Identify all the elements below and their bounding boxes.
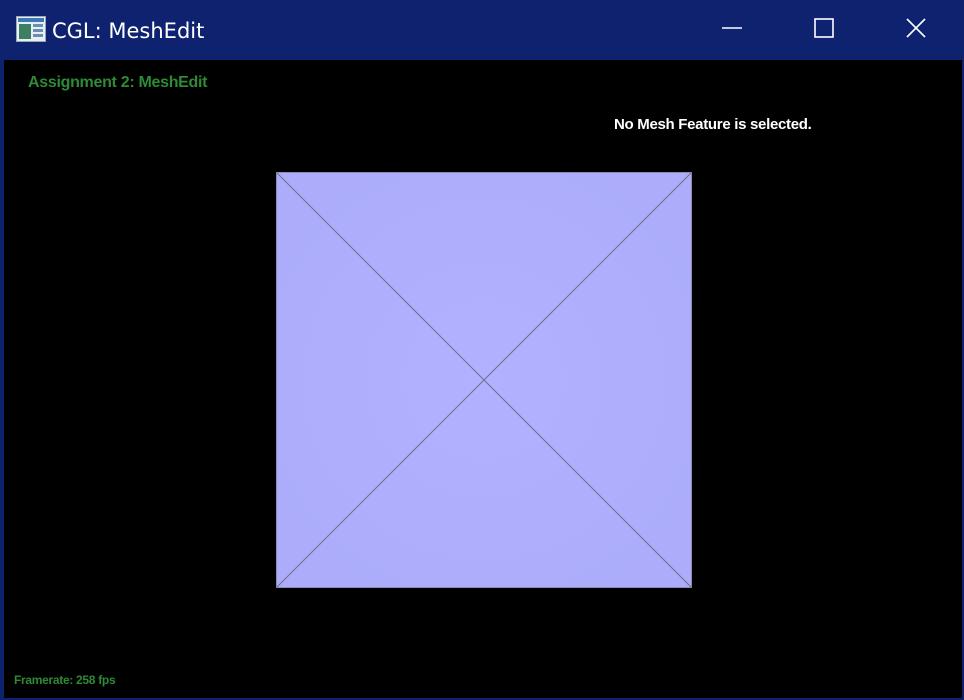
close-button[interactable]: [870, 2, 962, 58]
maximize-icon: [813, 17, 835, 43]
minimize-button[interactable]: [686, 2, 778, 58]
framerate-readout: Framerate: 258 fps: [14, 673, 116, 687]
assignment-title: Assignment 2: MeshEdit: [28, 74, 208, 91]
selection-status: No Mesh Feature is selected.: [614, 116, 812, 133]
mesh-square[interactable]: [276, 172, 692, 588]
render-viewport[interactable]: Assignment 2: MeshEdit No Mesh Feature i…: [4, 60, 962, 698]
window-title: CGL: MeshEdit: [52, 19, 205, 43]
maximize-button[interactable]: [778, 2, 870, 58]
app-window-icon: [16, 16, 46, 42]
minimize-icon: [721, 17, 743, 43]
meshedit-window: CGL: MeshEdit Assignment 2: MeshEdit No …: [0, 0, 964, 700]
close-icon: [905, 17, 927, 43]
title-bar[interactable]: CGL: MeshEdit: [2, 2, 962, 58]
